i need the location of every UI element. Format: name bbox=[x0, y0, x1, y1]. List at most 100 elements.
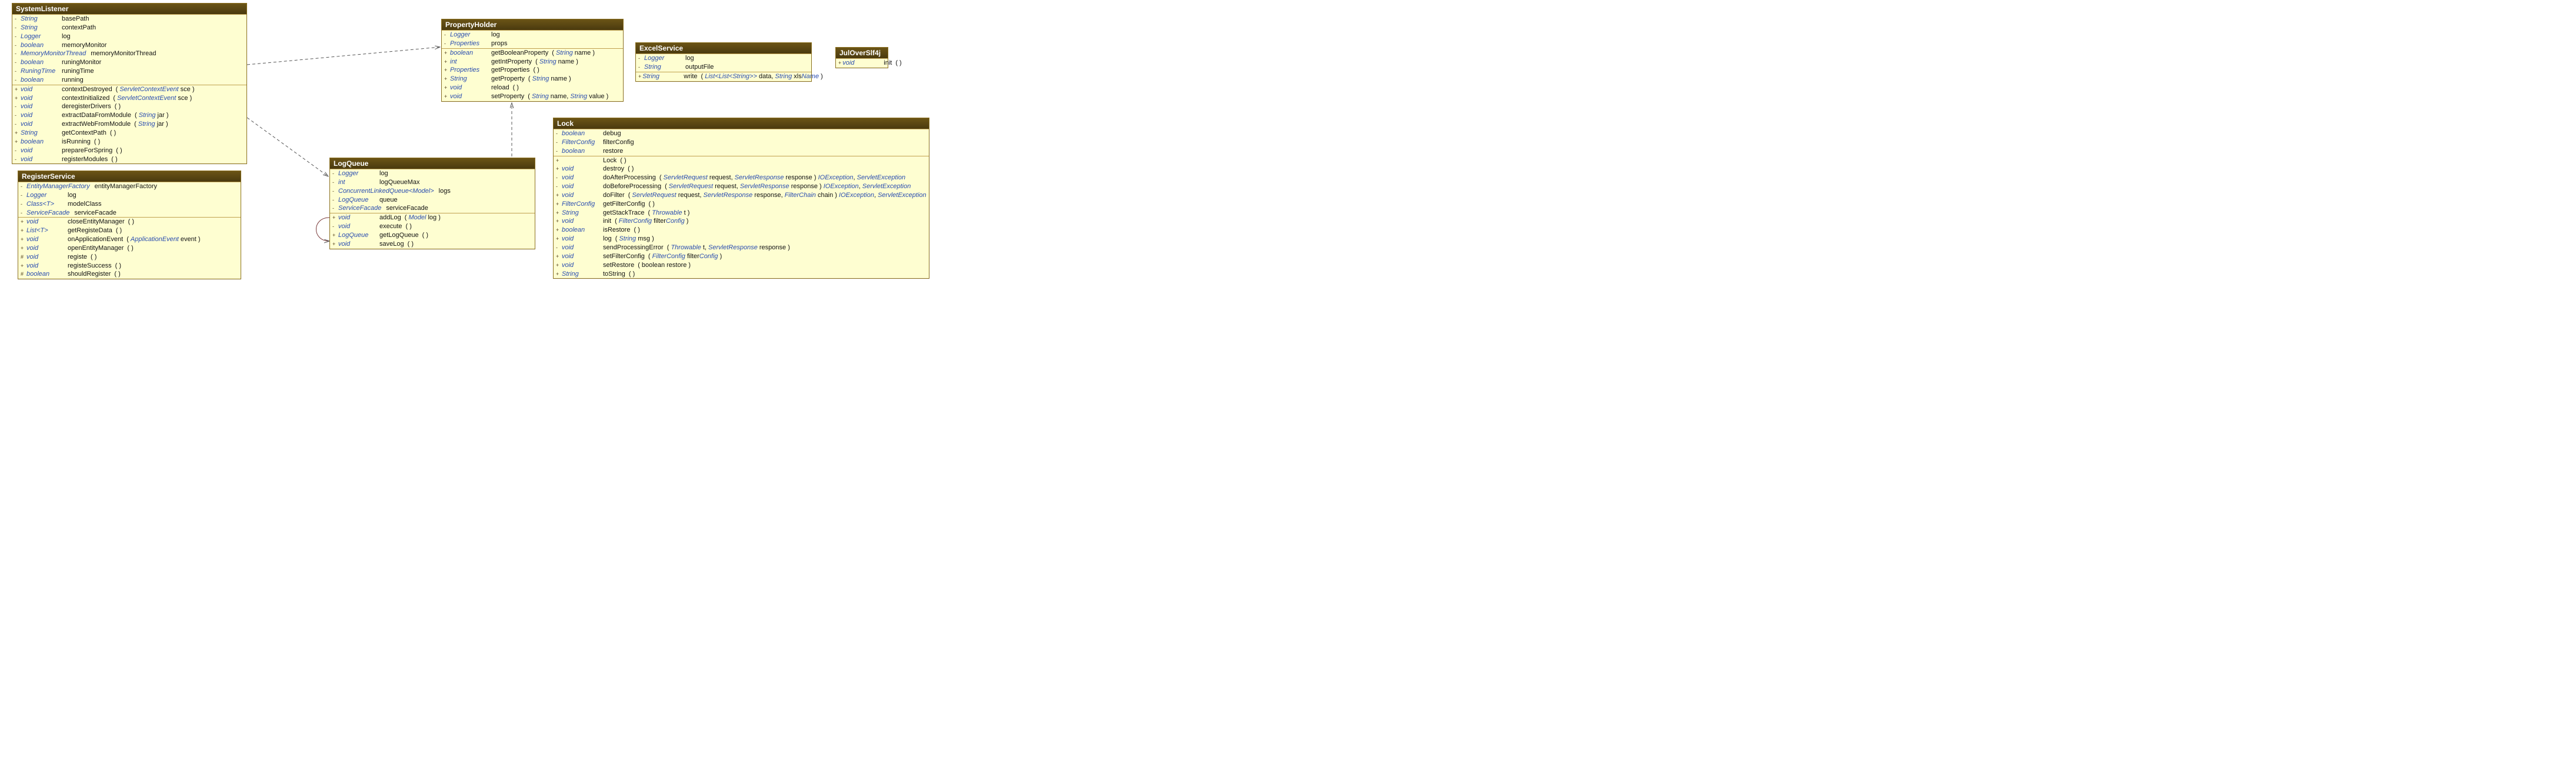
attribute-row: -Loggerlog bbox=[330, 169, 535, 178]
visibility-marker: + bbox=[444, 66, 450, 74]
operation-row: +booleangetBooleanProperty( String name … bbox=[442, 49, 623, 58]
op-name: toString bbox=[603, 270, 629, 279]
visibility-marker: + bbox=[556, 218, 562, 225]
op-name: openEntityManager bbox=[68, 244, 127, 253]
class-juloverslf4j[interactable]: JulOverSlf4j+voidinit( ) bbox=[835, 47, 888, 68]
operation-row: +voidaddLog( Model log ) bbox=[330, 213, 535, 222]
attributes-section: -Loggerlog-intlogQueueMax-ConcurrentLink… bbox=[330, 169, 535, 213]
attributes-section: -booleandebug-FilterConfigfilterConfig-b… bbox=[554, 129, 929, 156]
visibility-marker: - bbox=[444, 31, 450, 38]
op-name: log bbox=[603, 235, 615, 243]
visibility-marker: + bbox=[556, 262, 562, 269]
op-name: sendProcessingError bbox=[603, 243, 667, 252]
visibility-marker: + bbox=[332, 240, 338, 248]
attr-type: MemoryMonitorThread bbox=[21, 49, 91, 58]
op-return: void bbox=[26, 262, 68, 270]
attr-type: Logger bbox=[26, 191, 68, 200]
attr-type: boolean bbox=[562, 147, 603, 156]
operation-row: -voiddoBeforeProcessing( ServletRequest … bbox=[554, 182, 929, 191]
attributes-section: -Loggerlog-StringoutputFile bbox=[636, 54, 811, 72]
attr-type: String bbox=[21, 15, 62, 24]
class-systemlistener[interactable]: SystemListener-StringbasePath-Stringcont… bbox=[12, 3, 247, 164]
visibility-marker: + bbox=[556, 209, 562, 216]
operations-section: +voidaddLog( Model log )-voidexecute( )+… bbox=[330, 213, 535, 248]
visibility-marker: + bbox=[21, 262, 26, 269]
class-title: SystemListener bbox=[12, 4, 246, 14]
op-return: String bbox=[562, 209, 603, 218]
attribute-row: -booleanrestore bbox=[554, 147, 929, 156]
op-params: ( String name ) bbox=[528, 75, 571, 83]
attr-name: logQueueMax bbox=[379, 178, 424, 187]
operation-row: +StringgetStackTrace( Throwable t ) bbox=[554, 209, 929, 218]
visibility-marker: + bbox=[556, 165, 562, 172]
op-return: void bbox=[338, 240, 379, 249]
attr-name: debug bbox=[603, 129, 625, 138]
attribute-row: -LogQueuequeue bbox=[330, 196, 535, 205]
visibility-marker: + bbox=[556, 157, 562, 164]
op-return: void bbox=[562, 235, 603, 243]
op-return: void bbox=[21, 146, 62, 155]
op-name: Lock bbox=[603, 156, 620, 165]
op-params: ( ) bbox=[422, 231, 428, 240]
operations-section: +Lock( )+voiddestroy( )-voiddoAfterProce… bbox=[554, 156, 929, 279]
visibility-marker: + bbox=[838, 59, 842, 66]
attribute-row: -Propertiesprops bbox=[442, 39, 623, 48]
attribute-row: -RuningTimeruningTime bbox=[12, 67, 246, 76]
op-return: void bbox=[562, 165, 603, 173]
op-name: prepareForSpring bbox=[62, 146, 116, 155]
attr-type: Properties bbox=[450, 39, 491, 48]
visibility-marker: - bbox=[21, 209, 26, 216]
op-return: Properties bbox=[450, 66, 491, 75]
attribute-row: -Loggerlog bbox=[442, 31, 623, 39]
operation-row: +StringgetProperty( String name ) bbox=[442, 75, 623, 83]
class-propertyholder[interactable]: PropertyHolder-Loggerlog-Propertiesprops… bbox=[441, 19, 624, 102]
operation-row: +voiddestroy( ) bbox=[554, 165, 929, 173]
op-params: ( Model log ) bbox=[405, 213, 441, 222]
op-return: void bbox=[450, 92, 491, 101]
attr-type: Logger bbox=[21, 32, 62, 41]
operation-row: +booleanisRestore( ) bbox=[554, 226, 929, 235]
op-return: boolean bbox=[21, 138, 62, 146]
op-name: getBooleanProperty bbox=[491, 49, 552, 58]
class-logqueue[interactable]: LogQueue-Loggerlog-intlogQueueMax-Concur… bbox=[329, 158, 535, 249]
visibility-marker: # bbox=[21, 270, 26, 278]
op-name: registe bbox=[68, 253, 91, 262]
op-name: getRegisteData bbox=[68, 226, 116, 235]
op-return: void bbox=[21, 111, 62, 120]
attr-type: ConcurrentLinkedQueue<Model> bbox=[338, 187, 439, 196]
attr-name: running bbox=[62, 76, 87, 85]
visibility-marker: - bbox=[15, 50, 21, 57]
op-params: ( ) bbox=[110, 129, 116, 138]
class-registerservice[interactable]: RegisterService-EntityManagerFactoryenti… bbox=[18, 171, 241, 279]
op-params: ( ) bbox=[406, 222, 412, 231]
attr-name: props bbox=[491, 39, 511, 48]
visibility-marker: - bbox=[15, 42, 21, 49]
attr-name: memoryMonitorThread bbox=[91, 49, 159, 58]
class-excelservice[interactable]: ExcelService-Loggerlog-StringoutputFile+… bbox=[635, 42, 812, 82]
op-params: ( ) bbox=[128, 218, 134, 226]
op-params: ( String jar ) bbox=[135, 111, 168, 120]
attributes-section: -Loggerlog-Propertiesprops bbox=[442, 30, 623, 48]
op-params: ( Throwable t ) bbox=[648, 209, 690, 218]
op-return: void bbox=[562, 182, 603, 191]
attribute-row: -StringcontextPath bbox=[12, 24, 246, 32]
attr-type: int bbox=[338, 178, 379, 187]
op-name: doAfterProcessing bbox=[603, 173, 659, 182]
attr-name: log bbox=[62, 32, 74, 41]
attribute-row: -Class<T>modelClass bbox=[18, 200, 241, 209]
attribute-row: -Loggerlog bbox=[636, 54, 811, 63]
visibility-marker: - bbox=[21, 201, 26, 208]
class-lock[interactable]: Lock-booleandebug-FilterConfigfilterConf… bbox=[553, 118, 929, 279]
operation-row: -voidprepareForSpring( ) bbox=[12, 146, 246, 155]
attr-name: serviceFacade bbox=[386, 204, 432, 213]
operation-row: +voidreload( ) bbox=[442, 83, 623, 92]
operation-row: +voidsetRestore( boolean restore ) bbox=[554, 261, 929, 270]
attr-type: RuningTime bbox=[21, 67, 62, 76]
op-params: ( ServletContextEvent sce ) bbox=[116, 85, 195, 94]
visibility-marker: - bbox=[15, 121, 21, 128]
attr-name: logs bbox=[439, 187, 454, 196]
visibility-marker: + bbox=[444, 58, 450, 65]
attribute-row: -booleandebug bbox=[554, 129, 929, 138]
attribute-row: -booleanrunning bbox=[12, 76, 246, 85]
visibility-marker: + bbox=[15, 129, 21, 136]
